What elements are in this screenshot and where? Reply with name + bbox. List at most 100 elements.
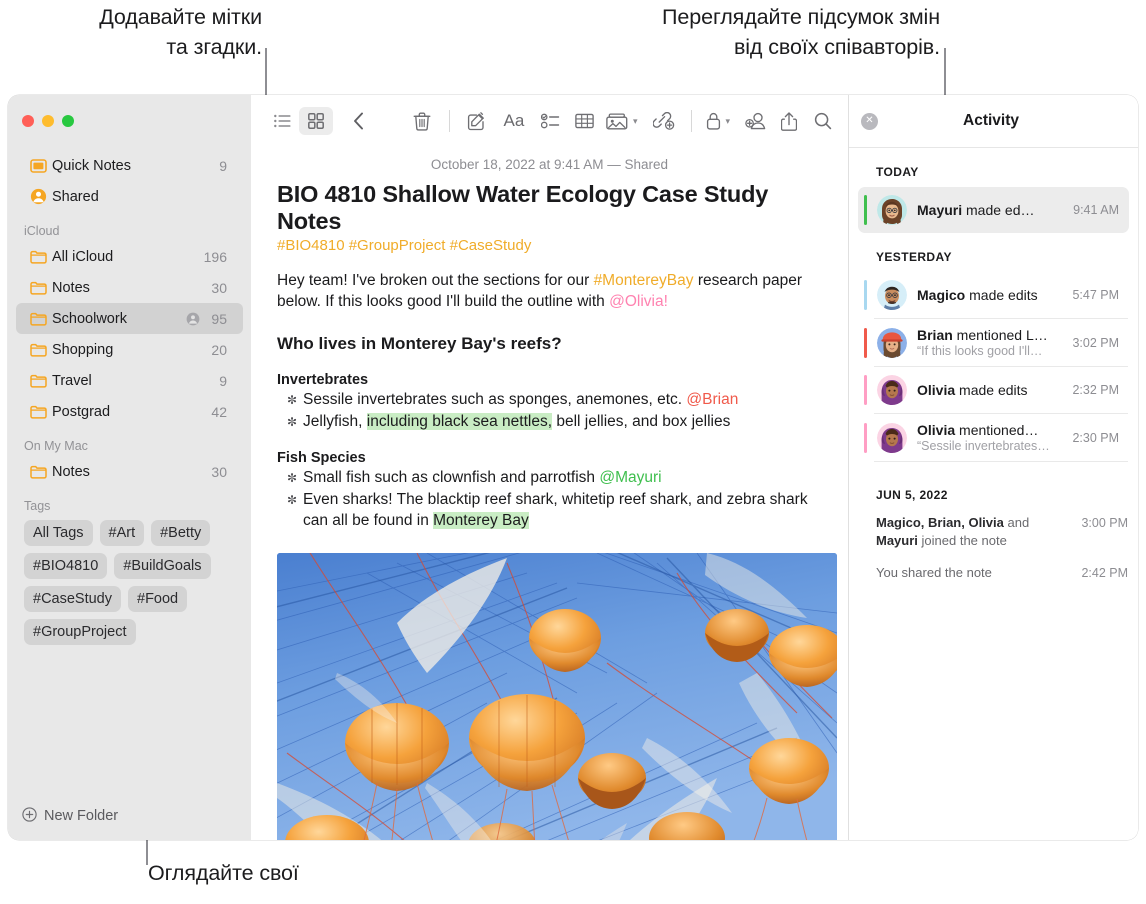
activity-item-olivia-edits[interactable]: Olivia made edits 2:32 PM	[858, 367, 1129, 413]
activity-line: Magico made edits	[917, 287, 1066, 303]
media-chevron-down-icon[interactable]: ▾	[633, 116, 638, 127]
sidebar-label: Shared	[52, 188, 99, 205]
folder-icon	[30, 465, 52, 479]
bullet-list-invertebrates: Sessile invertebrates such as sponges, a…	[277, 389, 822, 433]
sidebar-item-quick-notes[interactable]: Quick Notes 9	[16, 150, 243, 181]
link-icon[interactable]	[647, 107, 681, 135]
sidebar-item-postgrad[interactable]: Postgrad 42	[16, 396, 243, 427]
tag-chip-casestudy[interactable]: #CaseStudy	[24, 586, 121, 612]
sidebar-group-onmymac-header: On My Mac	[24, 439, 88, 453]
sidebar-item-shopping[interactable]: Shopping 20	[16, 334, 243, 365]
activity-color-bar	[864, 422, 867, 453]
tag-chip-buildgoals[interactable]: #BuildGoals	[114, 553, 211, 579]
tag-chip-all[interactable]: All Tags	[24, 520, 93, 546]
sidebar-count: 196	[203, 248, 227, 265]
activity-person: Mayuri	[917, 202, 963, 218]
format-text-button[interactable]: Aa	[494, 107, 534, 135]
sidebar-group-icloud-header: iCloud	[24, 224, 60, 238]
trash-icon[interactable]	[405, 107, 439, 135]
toolbar-divider-2	[691, 110, 693, 132]
sidebar-label: Quick Notes	[52, 157, 131, 174]
note-heading: Who lives in Monterey Bay's reefs?	[277, 334, 562, 353]
activity-section-jun5: JUN 5, 2022	[876, 488, 948, 502]
sidebar-item-notes-icloud[interactable]: Notes 30	[16, 272, 243, 303]
sidebar-item-shared[interactable]: Shared	[16, 181, 243, 212]
mayuri-avatar	[877, 195, 907, 225]
activity-person: Olivia	[917, 422, 956, 438]
activity-item-brian-mention[interactable]: Brian mentioned L… “If this looks good I…	[858, 319, 1129, 366]
joined-names: Magico, Brian, Olivia	[876, 515, 1004, 530]
table-icon[interactable]	[568, 107, 602, 135]
tag-chip-betty[interactable]: #Betty	[151, 520, 211, 546]
share-icon[interactable]	[772, 107, 806, 135]
maximize-window-button[interactable]	[62, 115, 74, 127]
folder-icon	[30, 405, 52, 419]
note-panel: Aa ▾ ▾ October 18, 2022 at 9:41 AM — Sha…	[251, 95, 848, 840]
sidebar-item-all-icloud[interactable]: All iCloud 196	[16, 241, 243, 272]
hashtag-montereybay[interactable]: #MontereyBay	[594, 272, 694, 289]
activity-title: Activity	[963, 112, 1019, 129]
activity-color-bar	[864, 280, 867, 310]
callout-browse-notes: Оглядайте свої	[148, 861, 299, 885]
sidebar-group-tags-header: Tags	[24, 499, 51, 513]
activity-time: 3:00 PM	[1081, 516, 1128, 530]
lock-chevron-down-icon[interactable]: ▾	[725, 116, 730, 127]
tag-chip-art[interactable]: #Art	[99, 520, 145, 546]
activity-item-magico-edits[interactable]: Magico made edits 5:47 PM	[858, 272, 1129, 318]
sidebar-item-travel[interactable]: Travel 9	[16, 365, 243, 396]
media-icon[interactable]	[602, 107, 632, 135]
search-icon[interactable]	[806, 107, 840, 135]
activity-person: Brian	[917, 327, 953, 343]
sidebar: Quick Notes 9 Shared iCloud All iCloud 1…	[8, 95, 251, 840]
minimize-window-button[interactable]	[42, 115, 54, 127]
new-folder-button[interactable]: New Folder	[8, 792, 251, 840]
bullet-list-fish: Small fish such as clownfish and parrotf…	[277, 467, 822, 531]
activity-text: Mayuri made ed…	[917, 202, 1067, 218]
activity-quote: “If this looks good I'll…	[917, 344, 1043, 358]
activity-item-shared: You shared the note 2:42 PM	[849, 554, 1138, 586]
activity-line: Brian mentioned L…	[917, 327, 1066, 343]
bullet-text: Sessile invertebrates such as sponges, a…	[303, 391, 687, 408]
tag-list: All Tags #Art #Betty #BIO4810 #BuildGoal…	[8, 516, 251, 645]
callout-tags-mentions: Додавайте мітки та згадки.	[99, 5, 262, 59]
gallery-view-icon[interactable]	[299, 107, 333, 135]
add-person-icon[interactable]	[740, 107, 772, 135]
close-icon[interactable]: ✕	[861, 112, 878, 130]
sidebar-item-notes-local[interactable]: Notes 30	[16, 456, 243, 487]
sidebar-label: Travel	[52, 372, 92, 389]
tag-chip-groupproject[interactable]: #GroupProject	[24, 619, 136, 645]
toolbar: Aa ▾ ▾	[251, 95, 848, 147]
quick-note-icon	[30, 158, 52, 174]
folder-icon	[30, 250, 52, 264]
back-chevron-icon[interactable]	[341, 107, 375, 135]
shared-person-icon	[30, 188, 52, 205]
sidebar-count: 9	[219, 372, 227, 389]
mention-olivia[interactable]: @Olivia!	[609, 293, 668, 310]
tag-chip-food[interactable]: #Food	[128, 586, 188, 612]
mention-mayuri[interactable]: @Mayuri	[599, 469, 661, 486]
jellyfish-photo[interactable]	[277, 553, 837, 840]
activity-color-bar	[864, 327, 867, 358]
list-view-icon[interactable]	[265, 107, 299, 135]
joined-name-last: Mayuri	[876, 533, 918, 548]
window-controls	[8, 95, 251, 147]
activity-action: made edits	[965, 287, 1038, 303]
new-folder-label: New Folder	[44, 808, 119, 824]
sidebar-label: Schoolwork	[52, 310, 127, 327]
checklist-icon[interactable]	[534, 107, 568, 135]
activity-section-yesterday: YESTERDAY	[876, 250, 952, 264]
joined-tail: joined the note	[917, 533, 1007, 548]
sidebar-label: Notes	[52, 279, 90, 296]
mention-brian[interactable]: @Brian	[686, 391, 738, 408]
sidebar-item-schoolwork[interactable]: Schoolwork 95	[16, 303, 243, 334]
activity-time: 2:30 PM	[1072, 430, 1119, 445]
activity-item-olivia-mention[interactable]: Olivia mentioned… “Sessile invertebrates…	[858, 414, 1129, 461]
activity-list: TODAY Mayuri made ed… 9:41 AM YESTERDAY …	[849, 148, 1138, 840]
tag-chip-bio4810[interactable]: #BIO4810	[24, 553, 108, 579]
lock-icon[interactable]	[702, 107, 724, 135]
activity-section-today: TODAY	[876, 165, 919, 179]
note-content[interactable]: October 18, 2022 at 9:41 AM — Shared BIO…	[251, 147, 848, 840]
activity-item-mayuri-edits[interactable]: Mayuri made ed… 9:41 AM	[858, 187, 1129, 233]
compose-icon[interactable]	[460, 107, 494, 135]
close-window-button[interactable]	[22, 115, 34, 127]
